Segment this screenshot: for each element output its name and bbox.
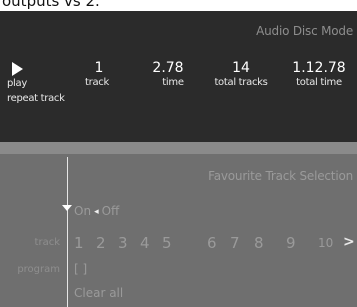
stat-total-tracks-value: 14: [232, 60, 250, 76]
favourite-selection-title: Favourite Track Selection: [208, 169, 353, 183]
clear-all-button[interactable]: Clear all: [74, 286, 123, 300]
program-row-label: program: [17, 264, 60, 275]
track-number[interactable]: 1: [74, 234, 84, 252]
player-panel: Audio Disc Mode play repeat track 1 trac…: [0, 11, 357, 142]
track-number[interactable]: 7: [230, 234, 240, 252]
stat-total-time-label: total time: [296, 77, 342, 88]
stat-track-label: track: [85, 77, 109, 88]
vertical-divider: [67, 157, 68, 307]
stat-total-time: 1.12.78 total time: [289, 60, 349, 89]
track-row-label: track: [34, 237, 60, 248]
track-number[interactable]: 9: [286, 234, 296, 252]
track-number[interactable]: 3: [118, 234, 128, 252]
on-off-toggle[interactable]: On ◂ Off: [74, 204, 119, 218]
track-number[interactable]: 5: [162, 234, 172, 252]
stat-total-time-value: 1.12.78: [292, 60, 346, 76]
page-caption: outputs vs 2.: [2, 0, 100, 10]
off-option[interactable]: Off: [102, 204, 120, 218]
audio-disc-screen: Audio Disc Mode play repeat track 1 trac…: [0, 11, 357, 307]
stat-track-value: 1: [94, 60, 104, 76]
on-option[interactable]: On: [74, 204, 91, 218]
divider-band: [0, 142, 357, 154]
down-arrow-icon: [62, 205, 72, 211]
mode-title: Audio Disc Mode: [256, 24, 353, 38]
program-slot[interactable]: [ ]: [74, 262, 87, 276]
track-number[interactable]: 8: [254, 234, 264, 252]
stat-time-value: 2.78: [152, 60, 184, 76]
stat-time-label: time: [162, 77, 184, 88]
repeat-track-label[interactable]: repeat track: [7, 93, 65, 104]
stat-total-tracks-label: total tracks: [214, 77, 268, 88]
play-label: play: [7, 78, 27, 89]
stat-time: 2.78 time: [146, 60, 190, 89]
track-number[interactable]: 2: [96, 234, 106, 252]
next-page-arrow-icon[interactable]: >: [343, 234, 355, 250]
stat-total-tracks: 14 total tracks: [209, 60, 273, 89]
stat-track: 1 track: [84, 60, 114, 89]
track-number[interactable]: 4: [140, 234, 150, 252]
track-number[interactable]: 10: [318, 236, 333, 250]
play-icon[interactable]: [12, 62, 23, 76]
track-number[interactable]: 6: [207, 234, 217, 252]
selector-arrow-icon: ◂: [94, 207, 99, 217]
